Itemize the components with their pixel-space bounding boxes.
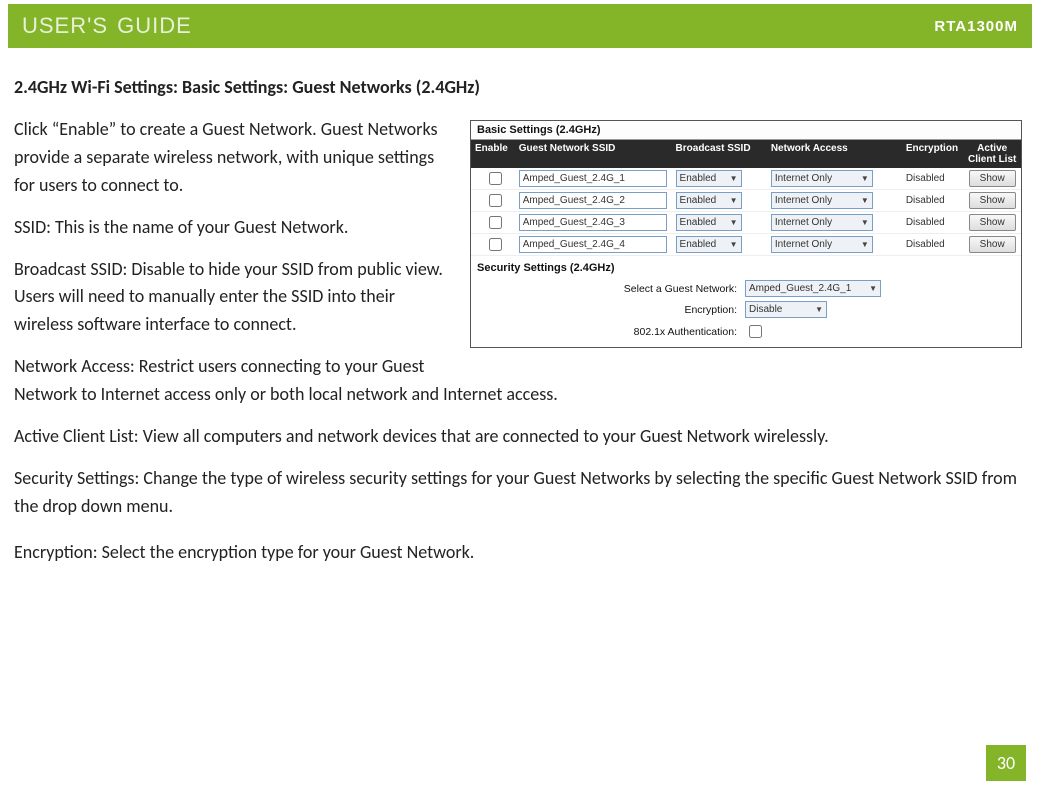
auth-checkbox[interactable]: [749, 325, 762, 338]
table-row: Enabled▼ Internet Only▼ Disabled Show: [471, 212, 1021, 234]
chevron-down-icon: ▼: [861, 196, 869, 205]
encryption-status: Disabled: [906, 173, 968, 184]
ssid-input[interactable]: [519, 236, 667, 253]
th-encryption: Encryption: [906, 143, 968, 165]
table-row: Enabled▼ Internet Only▼ Disabled Show: [471, 190, 1021, 212]
table-row: Enabled▼ Internet Only▼ Disabled Show: [471, 168, 1021, 190]
paragraph: Network Access: Restrict users connectin…: [14, 353, 1026, 409]
settings-panel: Basic Settings (2.4GHz) Enable Guest Net…: [470, 120, 1022, 348]
chevron-down-icon: ▼: [730, 240, 738, 249]
encryption-status: Disabled: [906, 217, 968, 228]
chevron-down-icon: ▼: [730, 218, 738, 227]
paragraph: Encryption: Select the encryption type f…: [14, 539, 1026, 567]
page-number: 30: [986, 745, 1026, 781]
security-select-row: Select a Guest Network: Amped_Guest_2.4G…: [471, 278, 1021, 299]
chevron-down-icon: ▼: [815, 305, 823, 314]
encryption-select[interactable]: Disable▼: [745, 301, 827, 318]
enable-checkbox[interactable]: [489, 194, 502, 207]
show-button[interactable]: Show: [969, 214, 1016, 231]
th-client-list: Active Client List: [967, 143, 1017, 165]
enable-checkbox[interactable]: [489, 172, 502, 185]
network-access-select[interactable]: Internet Only▼: [771, 236, 873, 253]
ssid-input[interactable]: [519, 170, 667, 187]
encryption-status: Disabled: [906, 195, 968, 206]
network-access-select[interactable]: Internet Only▼: [771, 170, 873, 187]
chevron-down-icon: ▼: [861, 240, 869, 249]
network-access-select[interactable]: Internet Only▼: [771, 192, 873, 209]
broadcast-select[interactable]: Enabled▼: [676, 236, 742, 253]
chevron-down-icon: ▼: [730, 196, 738, 205]
ssid-input[interactable]: [519, 192, 667, 209]
section-title: 2.4GHz Wi-Fi Settings: Basic Settings: G…: [14, 76, 1032, 98]
table-header-row: Enable Guest Network SSID Broadcast SSID…: [471, 140, 1021, 168]
select-network-label: Select a Guest Network:: [477, 283, 745, 295]
ssid-input[interactable]: [519, 214, 667, 231]
enable-checkbox[interactable]: [489, 216, 502, 229]
security-encryption-row: Encryption: Disable▼: [471, 299, 1021, 320]
th-network-access: Network Access: [771, 143, 906, 165]
guest-network-select[interactable]: Amped_Guest_2.4G_1▼: [745, 280, 881, 297]
paragraph: Security Settings: Change the type of wi…: [14, 465, 1026, 521]
security-auth-row: 802.1x Authentication:: [471, 320, 1021, 347]
table-row: Enabled▼ Internet Only▼ Disabled Show: [471, 234, 1021, 256]
encryption-label: Encryption:: [477, 304, 745, 316]
broadcast-select[interactable]: Enabled▼: [676, 170, 742, 187]
network-access-select[interactable]: Internet Only▼: [771, 214, 873, 231]
show-button[interactable]: Show: [969, 170, 1016, 187]
broadcast-select[interactable]: Enabled▼: [676, 214, 742, 231]
th-enable: Enable: [475, 143, 517, 165]
chevron-down-icon: ▼: [861, 218, 869, 227]
chevron-down-icon: ▼: [869, 284, 877, 293]
show-button[interactable]: Show: [969, 192, 1016, 209]
show-button[interactable]: Show: [969, 236, 1016, 253]
enable-checkbox[interactable]: [489, 238, 502, 251]
chevron-down-icon: ▼: [730, 174, 738, 183]
encryption-status: Disabled: [906, 239, 968, 250]
chevron-down-icon: ▼: [861, 174, 869, 183]
basic-settings-header: Basic Settings (2.4GHz): [471, 121, 1021, 140]
broadcast-select[interactable]: Enabled▼: [676, 192, 742, 209]
guide-title: USER'S GUIDE: [22, 13, 192, 39]
th-ssid: Guest Network SSID: [517, 143, 676, 165]
security-settings-header: Security Settings (2.4GHz): [471, 256, 1021, 278]
paragraph: Active Client List: View all computers a…: [14, 423, 1026, 451]
th-broadcast: Broadcast SSID: [676, 143, 771, 165]
header-banner: USER'S GUIDE RTA1300M: [8, 4, 1032, 50]
auth-label: 802.1x Authentication:: [477, 326, 745, 338]
model-number: RTA1300M: [934, 18, 1018, 35]
